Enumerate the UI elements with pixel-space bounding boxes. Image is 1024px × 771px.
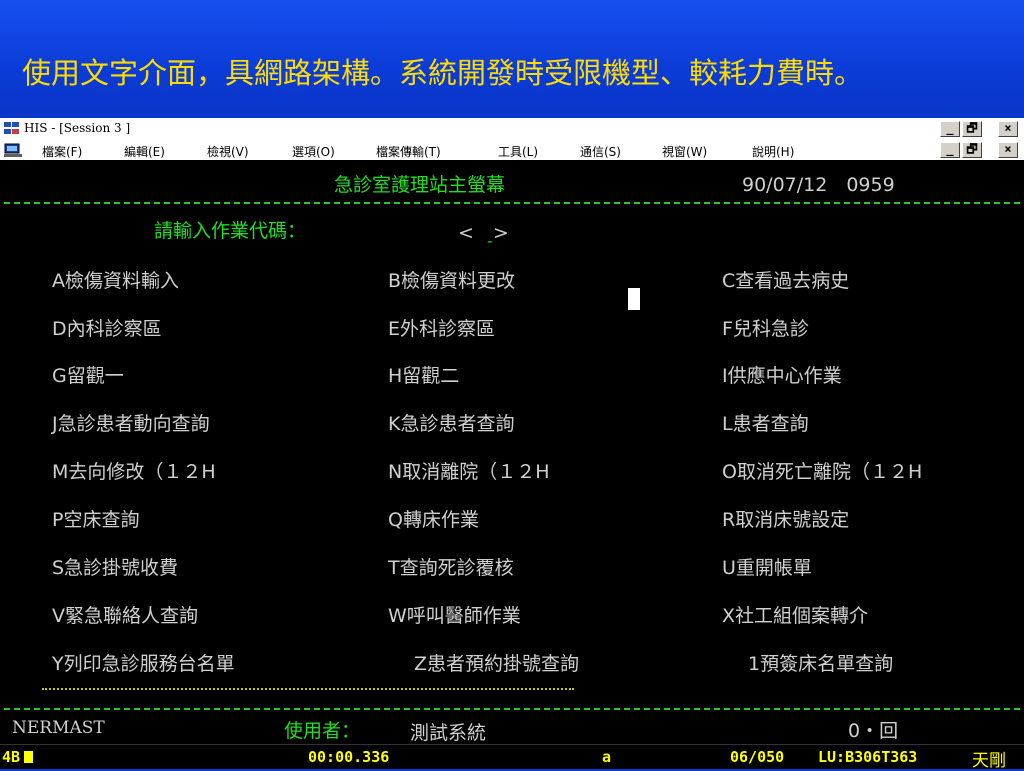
option-o[interactable]: O取消死亡離院（１２H — [722, 457, 922, 484]
status-cursor-block — [24, 751, 33, 763]
option-g[interactable]: G留觀一 — [52, 361, 124, 388]
session-icon — [4, 143, 22, 157]
app-icon — [4, 122, 19, 134]
doc-minimize-button[interactable]: _ — [940, 142, 960, 158]
option-q[interactable]: Q轉床作業 — [388, 505, 479, 532]
option-d[interactable]: D內科診察區 — [52, 314, 162, 341]
status-symbol: a — [602, 748, 612, 766]
option-z[interactable]: Z患者預約掛號查詢 — [414, 649, 579, 676]
close-button[interactable]: × — [998, 121, 1018, 137]
option-j[interactable]: J急診患者動向查詢 — [52, 409, 210, 436]
menu-file-transfer[interactable]: 檔案傳輸(T) — [376, 143, 441, 160]
doc-restore-button[interactable]: 🗗 — [962, 142, 982, 158]
screen-datetime: 90/07/12 0959 — [742, 174, 895, 196]
menu-bar: 檔案(F) 編輯(E) 檢視(V) 選項(O) 檔案傳輸(T) 工具(L) 通信… — [0, 140, 1024, 160]
status-position: 06/050 — [730, 748, 785, 766]
option-v[interactable]: V緊急聯絡人查詢 — [52, 601, 198, 628]
option-i[interactable]: I供應中心作業 — [722, 361, 842, 388]
page-indicator: 0・回 — [848, 720, 899, 742]
option-f[interactable]: F兒科急診 — [722, 314, 809, 341]
user-label: 使用者： — [284, 720, 361, 742]
input-cursor: - — [487, 232, 493, 250]
option-1[interactable]: 1預簽床名單查詢 — [748, 649, 893, 676]
option-x[interactable]: X社工組個案轉介 — [722, 601, 868, 628]
menu-help[interactable]: 說明(H) — [752, 143, 794, 160]
dotted-separator — [42, 688, 574, 690]
top-divider — [4, 202, 1020, 204]
option-n[interactable]: N取消離院（１２H — [388, 457, 550, 484]
screen-title: 急診室護理站主螢幕 — [334, 174, 506, 196]
status-mode: 4B — [2, 748, 21, 766]
option-u[interactable]: U重開帳單 — [722, 553, 812, 580]
status-bar: 4B 00:00.336 a 06/050 LU:B306T363 天剛 — [0, 744, 1024, 771]
menu-edit[interactable]: 編輯(E) — [124, 143, 165, 160]
option-p[interactable]: P空床查詢 — [52, 505, 139, 532]
option-m[interactable]: M去向修改（１２H — [52, 457, 216, 484]
status-timer: 00:00.336 — [308, 748, 390, 766]
option-c[interactable]: C查看過去病史 — [722, 266, 849, 293]
option-h[interactable]: H留觀二 — [388, 361, 459, 388]
doc-close-button[interactable]: × — [998, 142, 1018, 158]
minimize-button[interactable]: _ — [940, 121, 960, 137]
option-a[interactable]: A檢傷資料輸入 — [52, 266, 179, 293]
menu-file[interactable]: 檔案(F) — [42, 143, 82, 160]
menu-tools[interactable]: 工具(L) — [498, 143, 538, 160]
window-title: HIS - [Session 3 ] — [24, 121, 131, 135]
restore-button[interactable]: 🗗 — [962, 121, 982, 137]
menu-communication[interactable]: 通信(S) — [580, 143, 621, 160]
status-lu: LU:B306T363 — [818, 748, 918, 766]
option-w[interactable]: W呼叫醫師作業 — [388, 601, 521, 628]
option-k[interactable]: K急診患者查詢 — [388, 409, 514, 436]
terminal-screen[interactable]: 急診室護理站主螢幕 90/07/12 0959 請輸入作業代碼： < > - A… — [0, 160, 1024, 768]
program-name: NERMAST — [12, 718, 105, 738]
option-s[interactable]: S急診掛號收費 — [52, 553, 178, 580]
option-l[interactable]: L患者查詢 — [722, 409, 809, 436]
menu-view[interactable]: 檢視(V) — [207, 143, 249, 160]
slide-heading: 使用文字介面，具網路架構。系統開發時受限機型、較耗力費時。 — [22, 56, 864, 90]
option-b[interactable]: B檢傷資料更改 — [388, 266, 515, 293]
user-name: 測試系統 — [410, 722, 487, 744]
option-t[interactable]: T查詢死診覆核 — [388, 553, 514, 580]
screen-cursor — [628, 288, 640, 310]
command-input[interactable]: < > — [458, 218, 509, 245]
bottom-divider — [4, 708, 1020, 710]
prompt-label: 請輸入作業代碼： — [154, 220, 307, 242]
option-y[interactable]: Y列印急診服務台名單 — [52, 649, 235, 676]
menu-options[interactable]: 選項(O) — [292, 143, 335, 160]
option-r[interactable]: R取消床號設定 — [722, 505, 849, 532]
terminal-window: HIS - [Session 3 ] _ 🗗 × 檔案(F) 編輯(E) 檢視(… — [0, 118, 1024, 771]
option-e[interactable]: E外科診察區 — [388, 314, 495, 341]
status-ime[interactable]: 天剛 — [972, 746, 1006, 771]
window-titlebar[interactable]: HIS - [Session 3 ] _ 🗗 × — [0, 118, 1024, 141]
menu-window[interactable]: 視窗(W) — [662, 143, 707, 160]
